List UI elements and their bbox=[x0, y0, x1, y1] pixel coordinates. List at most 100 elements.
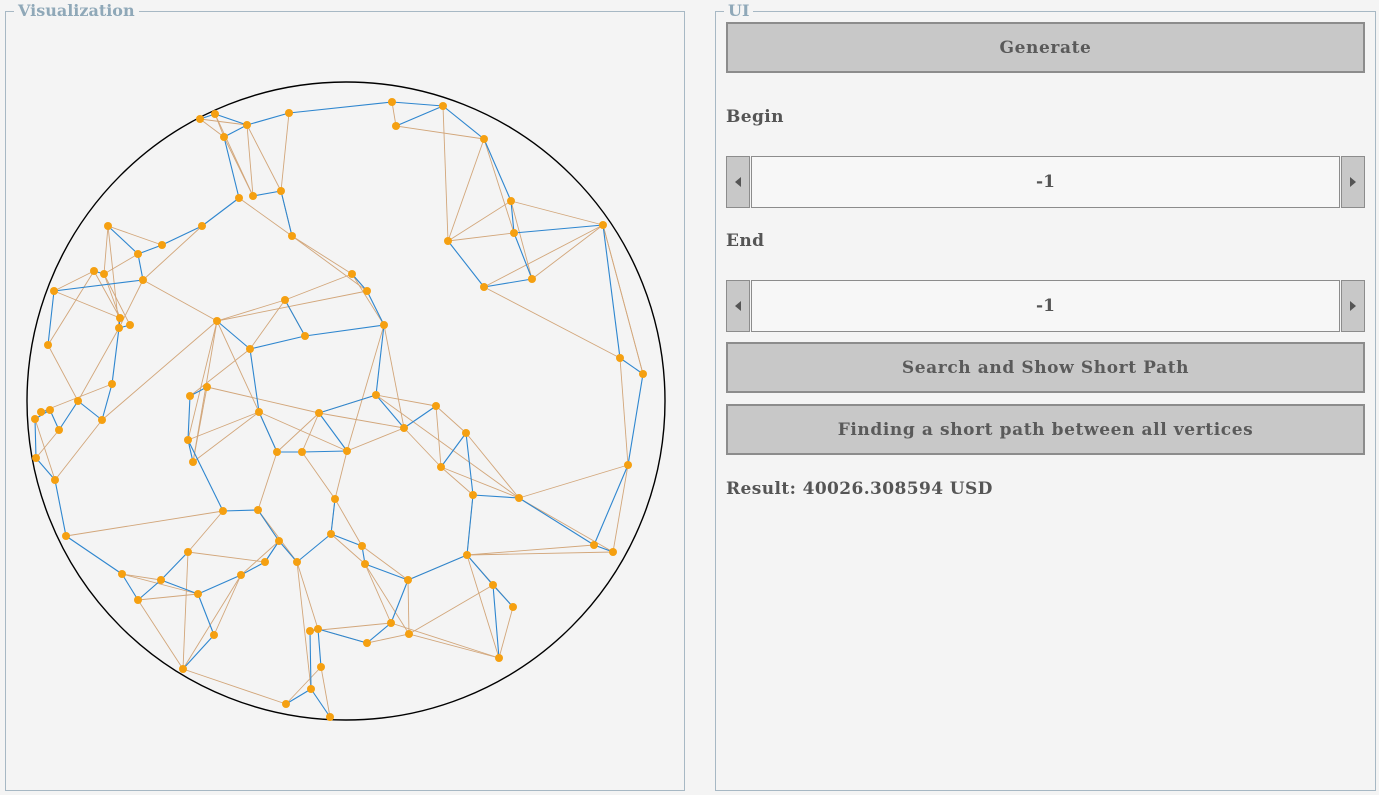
begin-decrement-button[interactable] bbox=[726, 156, 750, 208]
end-increment-button[interactable] bbox=[1341, 280, 1365, 332]
graph-vertex bbox=[108, 380, 116, 388]
shortest-path-edge bbox=[390, 579, 409, 624]
graph-vertex bbox=[624, 461, 632, 469]
arrow-left-icon bbox=[735, 301, 741, 311]
graph-vertex bbox=[254, 506, 262, 514]
all-vertices-path-button[interactable]: Finding a short path between all vertice… bbox=[726, 404, 1365, 455]
shortest-path-edge bbox=[318, 412, 348, 452]
graph-edge bbox=[518, 497, 614, 553]
shortest-path-edge bbox=[35, 457, 56, 481]
shortest-path-edge bbox=[187, 439, 224, 512]
vertices-layer bbox=[31, 98, 647, 721]
graph-edge bbox=[602, 224, 644, 375]
graph-vertex bbox=[599, 221, 607, 229]
graph-vertex bbox=[115, 324, 123, 332]
graph-edge bbox=[182, 574, 242, 670]
result-text: Result: 40026.308594 USD bbox=[726, 479, 993, 499]
graph-edge bbox=[447, 200, 512, 242]
end-decrement-button[interactable] bbox=[726, 280, 750, 332]
graph-vertex bbox=[186, 392, 194, 400]
graph-vertex bbox=[331, 495, 339, 503]
graph-edge bbox=[403, 427, 442, 468]
graph-edge bbox=[361, 545, 409, 581]
graph-vertex bbox=[439, 102, 447, 110]
graph-edge bbox=[483, 138, 515, 234]
graph-vertex bbox=[609, 548, 617, 556]
graph-edge bbox=[142, 225, 203, 281]
graph-vertex bbox=[315, 409, 323, 417]
shortest-path-edge bbox=[627, 373, 644, 466]
graph-vertex bbox=[437, 463, 445, 471]
shortest-path-edge bbox=[161, 225, 203, 246]
graph-vertex bbox=[220, 133, 228, 141]
shortest-path-edge bbox=[101, 383, 113, 421]
shortest-path-edge bbox=[301, 450, 348, 453]
graph-edge bbox=[435, 405, 442, 468]
begin-value-field[interactable]: -1 bbox=[751, 156, 1340, 208]
graph-vertex bbox=[388, 98, 396, 106]
shortest-path-edge bbox=[58, 400, 79, 431]
graph-vertex bbox=[90, 267, 98, 275]
begin-label: Begin bbox=[726, 107, 784, 127]
arrow-left-icon bbox=[735, 177, 741, 187]
graph-vertex bbox=[495, 654, 503, 662]
graph-edge bbox=[334, 450, 348, 500]
graph-vertex bbox=[32, 454, 40, 462]
shortest-path-edge bbox=[246, 112, 290, 126]
graph-edge bbox=[187, 411, 260, 441]
generate-button[interactable]: Generate bbox=[726, 22, 1365, 73]
graph-edge bbox=[182, 551, 189, 670]
graph-vertex bbox=[74, 397, 82, 405]
graph-vertex bbox=[62, 532, 70, 540]
end-value-field[interactable]: -1 bbox=[751, 280, 1340, 332]
graph-vertex bbox=[480, 135, 488, 143]
graph-vertex bbox=[317, 663, 325, 671]
graph-edge bbox=[206, 386, 320, 414]
graph-edge bbox=[296, 561, 319, 630]
graph-edge bbox=[276, 412, 320, 453]
graph-vertex bbox=[372, 391, 380, 399]
shortest-path-edge bbox=[54, 479, 67, 537]
end-label: End bbox=[726, 231, 765, 251]
graph-edge bbox=[93, 270, 121, 319]
graph-edge bbox=[518, 464, 629, 499]
shortest-path-edge bbox=[288, 101, 393, 114]
graph-vertex bbox=[282, 700, 290, 708]
graph-edge bbox=[498, 606, 514, 659]
graph-vertex bbox=[343, 447, 351, 455]
graph-edge bbox=[466, 554, 500, 659]
graph-edge bbox=[35, 429, 60, 459]
shortest-path-edge bbox=[318, 394, 377, 414]
shortest-path-edge bbox=[447, 240, 485, 288]
shortest-path-edge bbox=[182, 634, 215, 670]
graph-vertex bbox=[196, 115, 204, 123]
shortest-path-edge bbox=[317, 628, 368, 644]
graph-vertex bbox=[246, 345, 254, 353]
graph-vertex bbox=[432, 402, 440, 410]
graph-vertex bbox=[306, 627, 314, 635]
begin-increment-button[interactable] bbox=[1341, 156, 1365, 208]
graph-edge bbox=[318, 412, 405, 429]
graph-vertex bbox=[255, 408, 263, 416]
graph-edge bbox=[447, 138, 485, 242]
graph-vertex bbox=[400, 424, 408, 432]
graph-edge bbox=[440, 466, 474, 496]
graph-edge bbox=[103, 253, 139, 275]
graph-edge bbox=[258, 411, 348, 452]
graph-vertex bbox=[326, 713, 334, 721]
graph-vertex bbox=[462, 429, 470, 437]
shortest-path-edge bbox=[197, 574, 242, 595]
shortest-path-edge bbox=[375, 324, 385, 396]
graph-edge bbox=[107, 225, 120, 329]
graph-edge bbox=[510, 200, 604, 226]
graph-vertex bbox=[46, 406, 54, 414]
graph-edge bbox=[291, 235, 353, 275]
graph-vertex bbox=[444, 237, 452, 245]
graph-edge bbox=[216, 299, 286, 322]
graph-edge bbox=[390, 622, 500, 659]
shortest-path-edge bbox=[483, 138, 512, 202]
graph-vertex bbox=[203, 383, 211, 391]
blue-edges-layer bbox=[34, 101, 644, 718]
search-short-path-button[interactable]: Search and Show Short Path bbox=[726, 342, 1365, 393]
graph-vertex bbox=[261, 558, 269, 566]
